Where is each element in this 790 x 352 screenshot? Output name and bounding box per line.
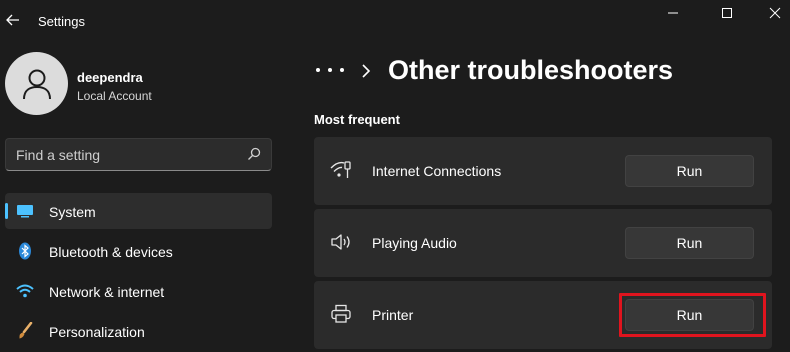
sidebar-item-label: Personalization <box>49 324 145 340</box>
minimize-icon <box>668 12 678 14</box>
run-button[interactable]: Run <box>625 155 754 187</box>
title-bar: Settings <box>0 0 790 44</box>
back-button[interactable] <box>4 10 22 30</box>
sidebar-item-personalization[interactable]: Personalization <box>5 313 272 349</box>
maximize-button[interactable] <box>704 0 750 26</box>
chevron-right-icon <box>362 64 371 78</box>
troubleshooter-label: Internet Connections <box>372 163 502 179</box>
active-indicator <box>5 203 8 219</box>
sidebar-item-network[interactable]: Network & internet <box>5 273 272 309</box>
arrow-left-icon <box>6 14 19 26</box>
sidebar-item-label: Bluetooth & devices <box>49 244 173 260</box>
minimize-button[interactable] <box>650 0 696 26</box>
troubleshooter-internet-connections: Internet Connections Run <box>314 137 772 205</box>
bluetooth-icon <box>16 242 34 260</box>
breadcrumb-more-button[interactable] <box>316 60 344 80</box>
close-button[interactable] <box>752 0 790 26</box>
monitor-icon <box>16 202 34 220</box>
settings-window: Settings deependra Local Account Find a … <box>0 0 790 352</box>
avatar[interactable] <box>5 52 68 115</box>
sidebar-item-system[interactable]: System <box>5 193 272 229</box>
highlight-annotation <box>619 293 766 337</box>
user-icon <box>22 69 51 99</box>
section-title: Most frequent <box>314 112 400 127</box>
account-name: deependra <box>77 70 143 85</box>
account-type: Local Account <box>77 89 152 103</box>
maximize-icon <box>722 8 732 18</box>
wifi-icon <box>330 159 352 181</box>
run-button[interactable]: Run <box>625 227 754 259</box>
sidebar-item-label: System <box>49 204 96 220</box>
sidebar-item-label: Network & internet <box>49 284 165 300</box>
page-title: Other troubleshooters <box>388 55 674 85</box>
search-input[interactable] <box>16 139 236 170</box>
close-icon <box>769 7 781 19</box>
troubleshooter-label: Playing Audio <box>372 235 457 251</box>
troubleshooter-playing-audio: Playing Audio Run <box>314 209 772 277</box>
search-box[interactable] <box>5 138 272 171</box>
wifi-icon <box>16 282 34 300</box>
sidebar-item-bluetooth[interactable]: Bluetooth & devices <box>5 233 272 269</box>
troubleshooter-label: Printer <box>372 307 414 323</box>
app-title: Settings <box>38 14 85 29</box>
speaker-icon <box>330 231 352 253</box>
search-icon <box>248 147 261 160</box>
printer-icon <box>330 303 352 325</box>
brush-icon <box>16 322 34 340</box>
